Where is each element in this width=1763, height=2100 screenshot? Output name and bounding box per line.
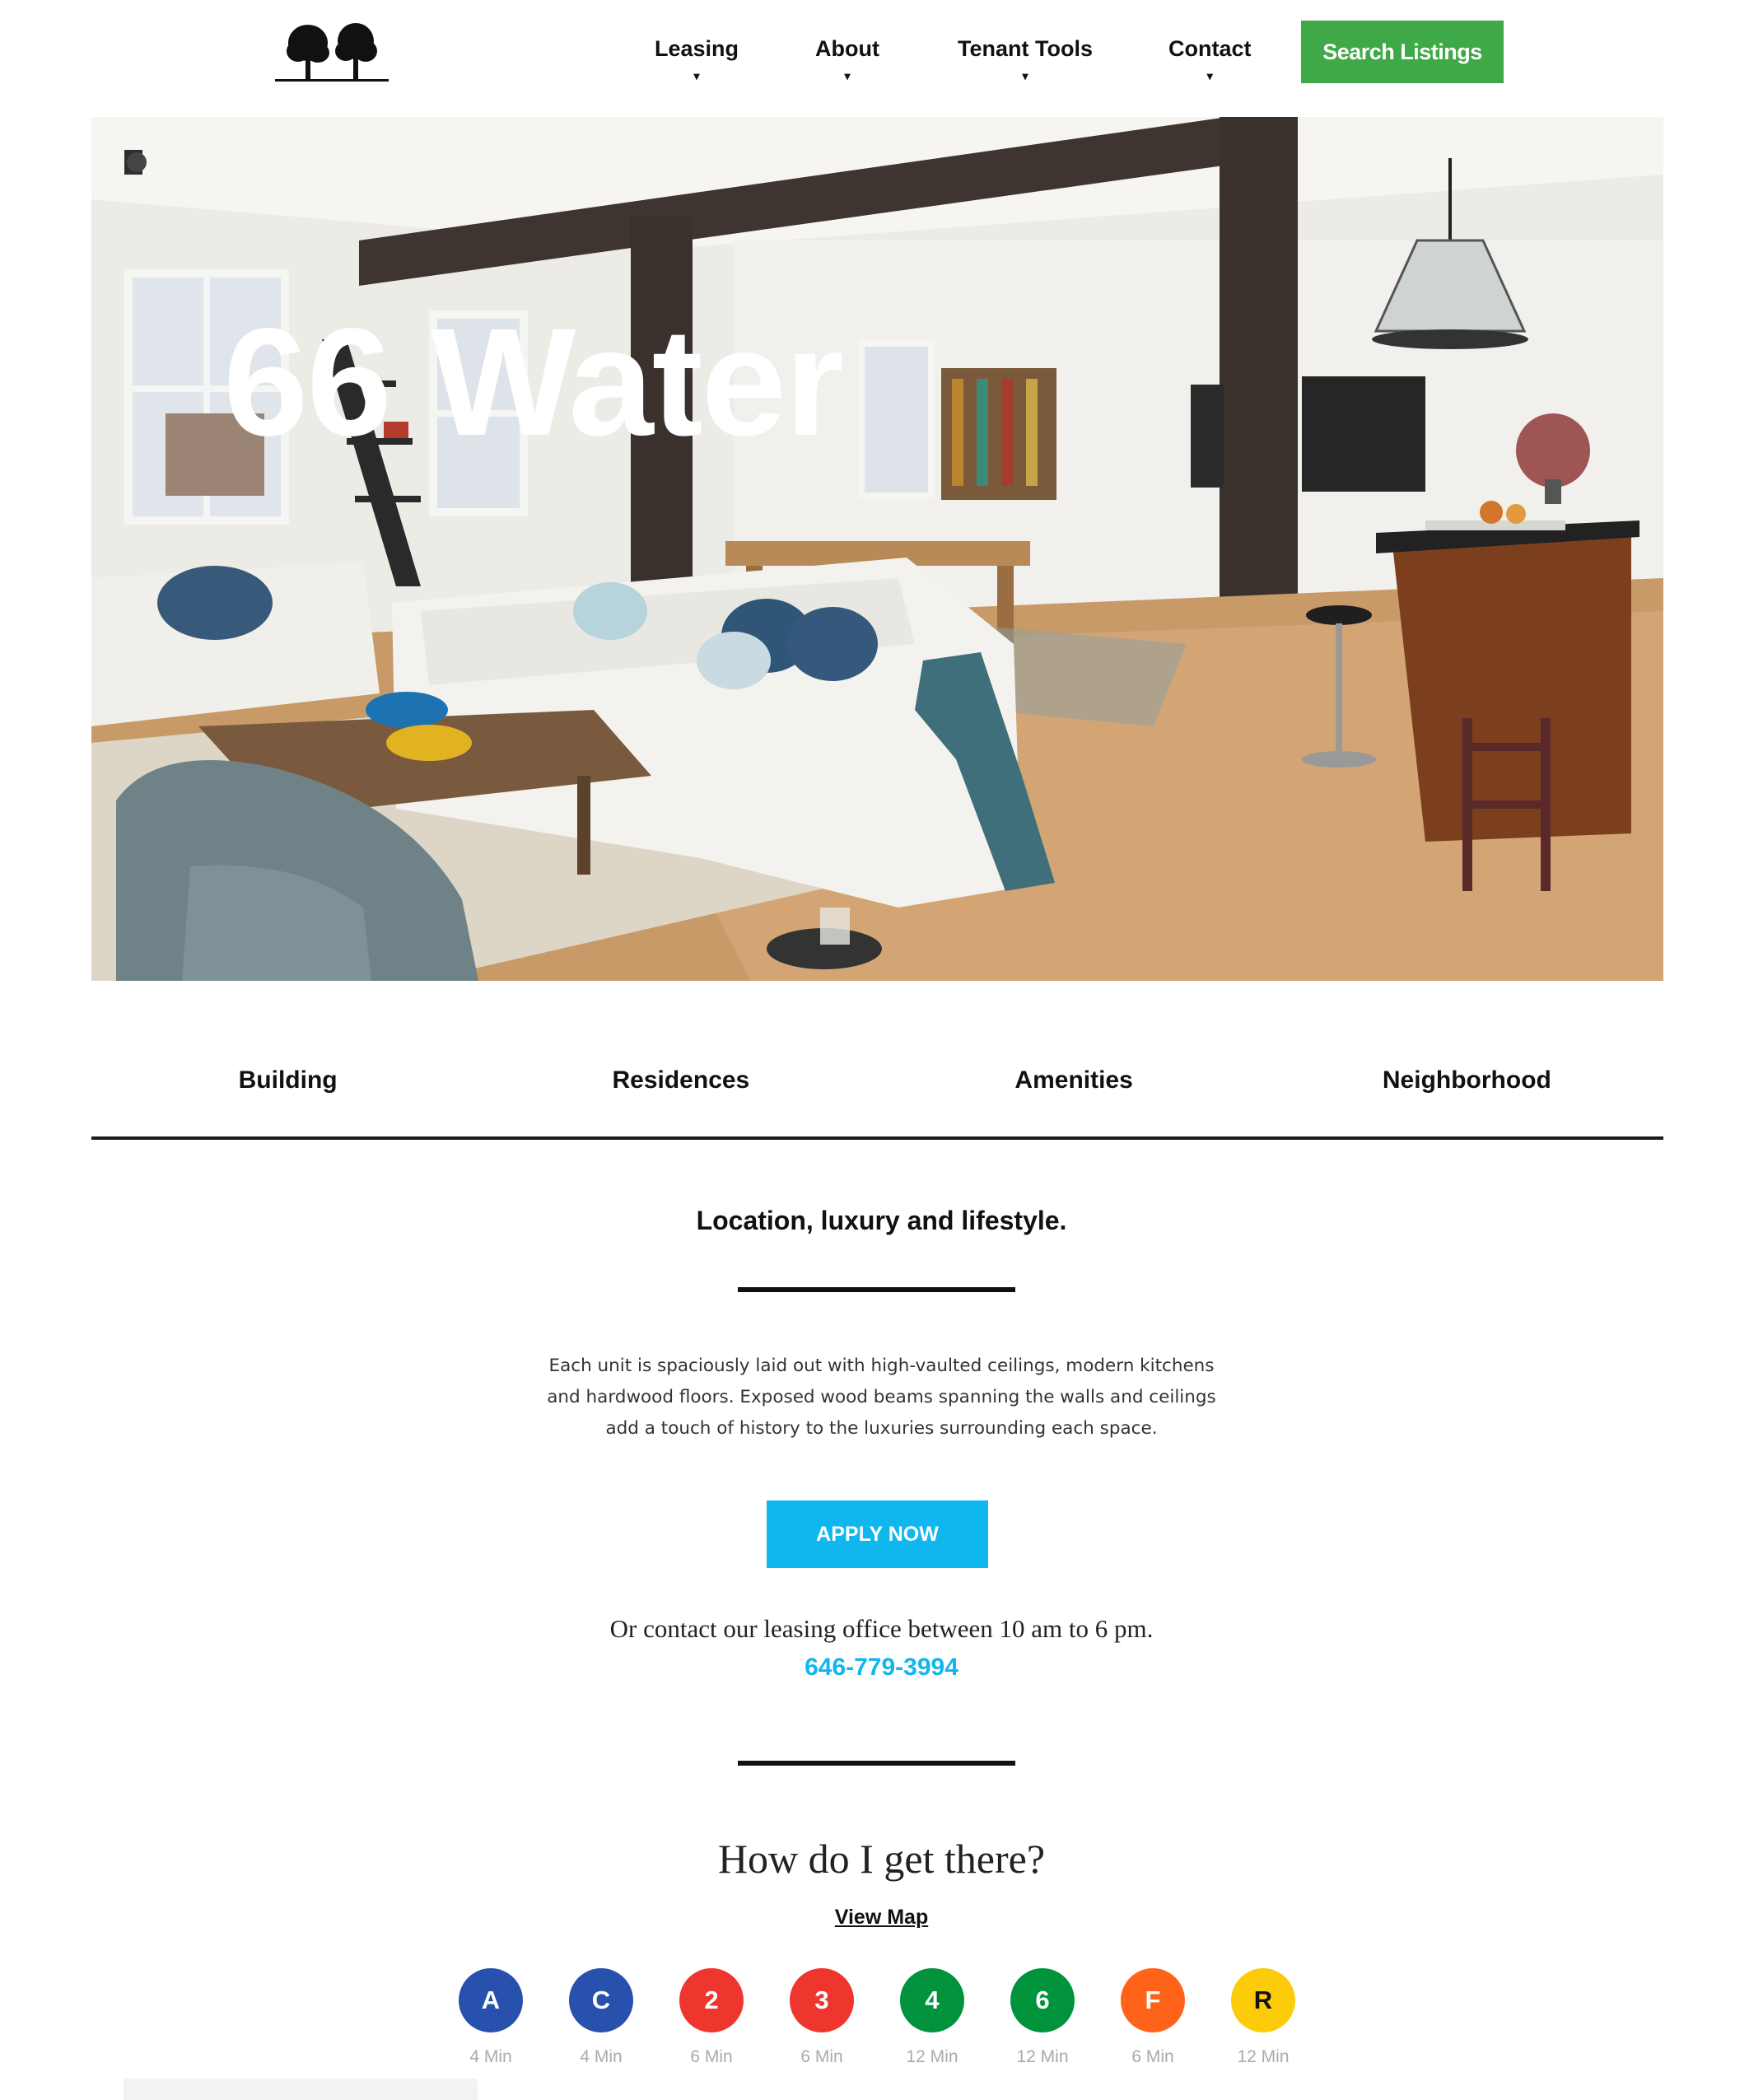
nav-leasing[interactable]: Leasing ▾: [655, 36, 739, 83]
subway-bullet: 4: [900, 1968, 964, 2032]
nav-contact-label: Contact: [1168, 36, 1252, 61]
site-header: Leasing ▾ About ▾ Tenant Tools ▾ Contact…: [0, 0, 1763, 115]
section-tabs: Building Residences Amenities Neighborho…: [91, 1034, 1663, 1140]
hero-image: 66 Water: [91, 117, 1663, 981]
description-line: Each unit is spaciously laid out with hi…: [548, 1356, 1215, 1376]
subway-line-3[interactable]: 3 6 Min: [790, 1968, 854, 2067]
subway-bullet: F: [1121, 1968, 1185, 2032]
chevron-down-icon: ▾: [693, 69, 700, 82]
subway-bullet: 6: [1010, 1968, 1075, 2032]
walk-time: 6 Min: [800, 2047, 843, 2066]
subway-line-c[interactable]: C 4 Min: [569, 1968, 633, 2067]
subway-line-r[interactable]: R 12 Min: [1231, 1968, 1295, 2067]
subway-bullet: C: [569, 1968, 633, 2032]
apply-now-button[interactable]: APPLY NOW: [767, 1500, 988, 1568]
tab-neighborhood[interactable]: Neighborhood: [1271, 1034, 1663, 1136]
description-line: add a touch of history to the luxuries s…: [605, 1418, 1158, 1439]
nav-about[interactable]: About ▾: [815, 36, 879, 83]
walk-time: 4 Min: [580, 2047, 623, 2066]
nav-tenant-tools-label: Tenant Tools: [958, 36, 1093, 61]
nav-leasing-label: Leasing: [655, 36, 739, 61]
subway-line-6[interactable]: 6 12 Min: [1010, 1968, 1075, 2067]
divider: [738, 1761, 1015, 1766]
walk-time: 4 Min: [469, 2047, 512, 2066]
subway-bullet: A: [459, 1968, 523, 2032]
description-line: and hardwood floors. Exposed wood beams …: [547, 1387, 1216, 1407]
chevron-down-icon: ▾: [844, 69, 851, 82]
subway-line-a[interactable]: A 4 Min: [459, 1968, 523, 2067]
chevron-down-icon: ▾: [1022, 69, 1028, 82]
walk-time: 12 Min: [906, 2047, 958, 2066]
subway-line-4[interactable]: 4 12 Min: [900, 1968, 964, 2067]
loft-living-room-photo: [91, 117, 1663, 981]
walk-time: 6 Min: [690, 2047, 733, 2066]
tab-residences[interactable]: Residences: [484, 1034, 877, 1136]
nav-about-label: About: [815, 36, 879, 61]
nav-contact[interactable]: Contact ▾: [1168, 36, 1252, 83]
walk-time: 12 Min: [1237, 2047, 1290, 2066]
search-listings-button[interactable]: Search Listings: [1301, 21, 1504, 83]
subway-bullet: R: [1231, 1968, 1295, 2032]
walk-time: 6 Min: [1131, 2047, 1174, 2066]
subway-line-2[interactable]: 2 6 Min: [679, 1968, 744, 2067]
two-trees-logo[interactable]: [275, 18, 389, 86]
description: Each unit is spaciously laid out with hi…: [0, 1351, 1763, 1444]
subway-bullet: 2: [679, 1968, 744, 2032]
tab-building[interactable]: Building: [91, 1034, 484, 1136]
tagline: Location, luxury and lifestyle.: [696, 1206, 1067, 1235]
transit-heading: How do I get there?: [717, 1836, 1046, 1882]
walk-time: 12 Min: [1016, 2047, 1069, 2066]
tab-amenities[interactable]: Amenities: [878, 1034, 1271, 1136]
footer-edge: [124, 2079, 478, 2100]
nav-tenant-tools[interactable]: Tenant Tools ▾: [958, 36, 1093, 83]
subway-bullet: 3: [790, 1968, 854, 2032]
phone-link[interactable]: 646-779-3994: [0, 1654, 1763, 1682]
contact-text: Or contact our leasing office between 10…: [609, 1614, 1154, 1643]
hero-title: 66 Water: [223, 297, 844, 468]
view-map-link[interactable]: View Map: [0, 1906, 1763, 1930]
divider: [738, 1287, 1015, 1292]
chevron-down-icon: ▾: [1206, 69, 1213, 82]
subway-line-f[interactable]: F 6 Min: [1121, 1968, 1185, 2067]
